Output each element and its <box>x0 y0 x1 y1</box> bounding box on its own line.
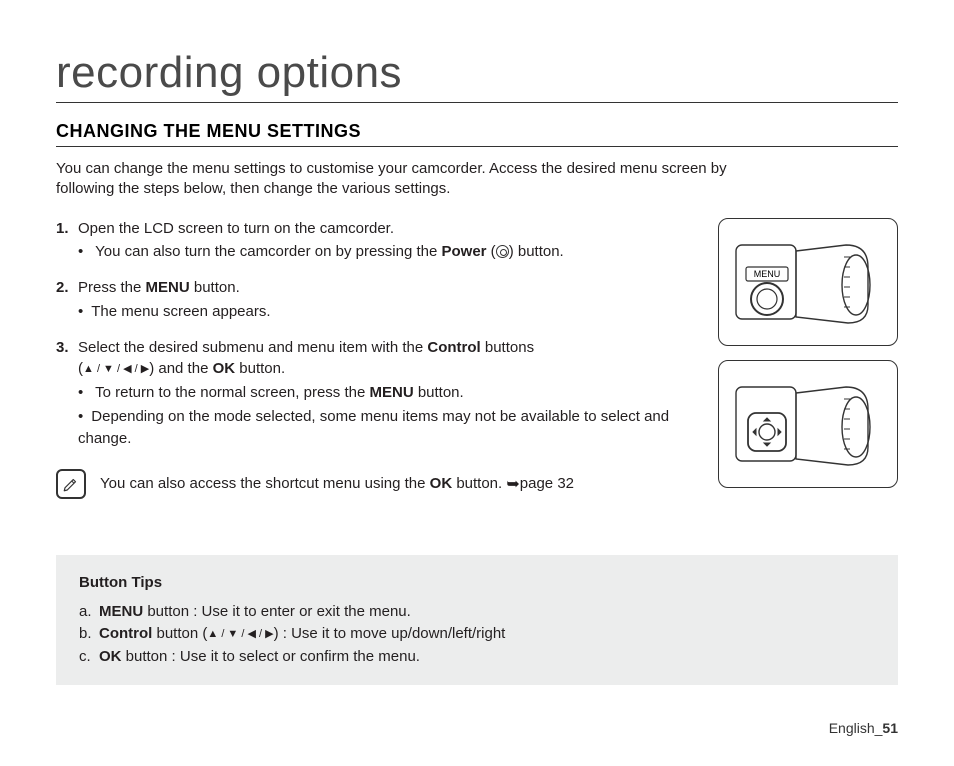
step-number: 2. <box>56 277 78 323</box>
step-sublist: To return to the normal screen, press th… <box>78 382 700 449</box>
step-number: 3. <box>56 337 78 450</box>
steps-column: 1. Open the LCD screen to turn on the ca… <box>56 218 700 500</box>
footer-language: English <box>829 720 875 736</box>
page-title: recording options <box>56 48 898 104</box>
figure-menu-button: MENU <box>718 218 898 346</box>
tips-item: c.OK button : Use it to select or confir… <box>79 646 875 669</box>
step-sublist: The menu screen appears. <box>78 301 700 323</box>
section-heading: CHANGING THE MENU SETTINGS <box>56 121 898 147</box>
figure-control-button <box>718 360 898 488</box>
arrow-glyphs: ▲ / ▼ / ◀ / ▶ <box>83 363 149 375</box>
reference-arrow-icon: ➥ <box>506 476 519 493</box>
note-icon <box>56 469 86 499</box>
note-text: You can also access the shortcut menu us… <box>100 473 574 496</box>
tips-title: Button Tips <box>79 572 875 595</box>
figures-column: MENU <box>718 218 898 500</box>
power-icon <box>496 245 509 258</box>
arrow-glyphs: ▲ / ▼ / ◀ / ▶ <box>207 628 273 640</box>
step-body: Select the desired submenu and menu item… <box>78 337 700 450</box>
step-body: Open the LCD screen to turn on the camco… <box>78 218 700 264</box>
tips-item: b.Control button (▲ / ▼ / ◀ / ▶) : Use i… <box>79 623 875 646</box>
step-text: Open the LCD screen to turn on the camco… <box>78 220 394 237</box>
button-tips-box: Button Tips a.MENU button : Use it to en… <box>56 555 898 685</box>
step-subitem: Depending on the mode selected, some men… <box>78 406 700 450</box>
tips-list: a.MENU button : Use it to enter or exit … <box>79 601 875 669</box>
steps-list: 1. Open the LCD screen to turn on the ca… <box>56 218 700 450</box>
step-2: 2. Press the MENU button. The menu scree… <box>56 277 700 323</box>
step-subitem: You can also turn the camcorder on by pr… <box>78 241 700 263</box>
menu-label: MENU <box>754 269 781 279</box>
footer-page-number: 51 <box>882 720 898 736</box>
step-1: 1. Open the LCD screen to turn on the ca… <box>56 218 700 264</box>
camcorder-control-illustration <box>728 369 888 479</box>
body-row: 1. Open the LCD screen to turn on the ca… <box>56 218 898 500</box>
intro-paragraph: You can change the menu settings to cust… <box>56 159 776 200</box>
page-footer: English_51 <box>829 720 898 736</box>
step-subitem: To return to the normal screen, press th… <box>78 382 700 404</box>
step-number: 1. <box>56 218 78 264</box>
step-3: 3. Select the desired submenu and menu i… <box>56 337 700 450</box>
step-sublist: You can also turn the camcorder on by pr… <box>78 241 700 263</box>
camcorder-menu-illustration: MENU <box>728 227 888 337</box>
note-row: You can also access the shortcut menu us… <box>56 469 686 499</box>
manual-page: recording options CHANGING THE MENU SETT… <box>0 0 954 766</box>
step-body: Press the MENU button. The menu screen a… <box>78 277 700 323</box>
pencil-note-icon <box>62 475 80 493</box>
title-rule <box>56 102 898 103</box>
step-subitem: The menu screen appears. <box>78 301 700 323</box>
tips-item: a.MENU button : Use it to enter or exit … <box>79 601 875 624</box>
